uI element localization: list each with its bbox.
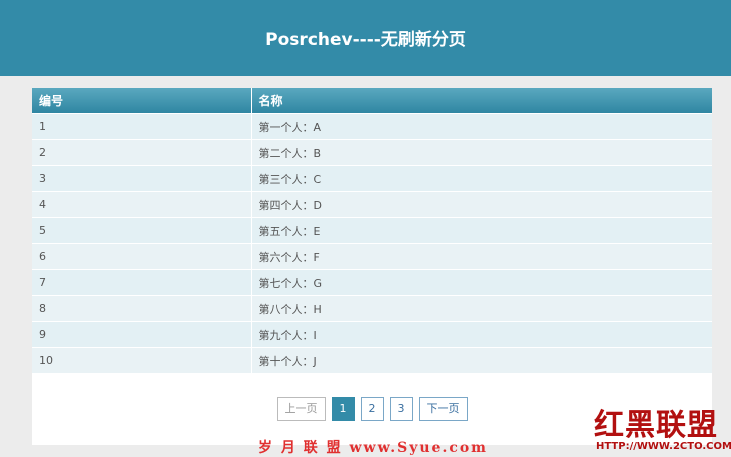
- prev-page-button[interactable]: 上一页: [276, 397, 326, 421]
- cell-name: 第四个人：D: [251, 191, 712, 218]
- cell-id: 1: [32, 113, 252, 140]
- cell-name: 第二个人：B: [251, 139, 712, 166]
- cell-id: 8: [32, 295, 252, 322]
- watermark-syue: 岁 月 联 盟 www.Syue.com: [258, 440, 488, 456]
- table-row: 1 第一个人：A: [32, 113, 712, 140]
- next-page-button[interactable]: 下一页: [418, 397, 468, 421]
- page-header: Posrchev----无刷新分页: [0, 0, 731, 76]
- table-row: 3 第三个人：C: [32, 165, 712, 192]
- watermark-logo: 红黑联盟: [594, 408, 718, 443]
- cell-id: 5: [32, 217, 252, 244]
- table-row: 10 第十个人：J: [32, 347, 712, 373]
- page-button-3[interactable]: 3: [389, 397, 413, 421]
- table-row: 9 第九个人：I: [32, 321, 712, 348]
- cell-id: 9: [32, 321, 252, 348]
- page-button-1[interactable]: 1: [331, 397, 355, 421]
- table-row: 8 第八个人：H: [32, 295, 712, 322]
- column-header-id: 编号: [32, 88, 252, 114]
- table-row: 5 第五个人：E: [32, 217, 712, 244]
- cell-id: 2: [32, 139, 252, 166]
- table-header-row: 编号 名称: [32, 88, 712, 114]
- cell-name: 第八个人：H: [251, 295, 712, 322]
- data-table: 编号 名称 1 第一个人：A 2 第二个人：B 3 第三个人：C 4 第四个人：…: [32, 88, 712, 373]
- cell-id: 6: [32, 243, 252, 270]
- table-row: 2 第二个人：B: [32, 139, 712, 166]
- page-button-2[interactable]: 2: [360, 397, 384, 421]
- column-header-name: 名称: [251, 88, 712, 114]
- content-panel: 编号 名称 1 第一个人：A 2 第二个人：B 3 第三个人：C 4 第四个人：…: [32, 88, 712, 445]
- watermark-url: HTTP://WWW.2CTO.COM: [596, 441, 731, 452]
- cell-name: 第一个人：A: [251, 113, 712, 140]
- cell-id: 4: [32, 191, 252, 218]
- cell-id: 7: [32, 269, 252, 296]
- cell-name: 第五个人：E: [251, 217, 712, 244]
- table-row: 4 第四个人：D: [32, 191, 712, 218]
- cell-name: 第十个人：J: [251, 347, 712, 373]
- page-title: Posrchev----无刷新分页: [265, 30, 466, 50]
- cell-name: 第六个人：F: [251, 243, 712, 270]
- cell-id: 3: [32, 165, 252, 192]
- cell-name: 第三个人：C: [251, 165, 712, 192]
- cell-id: 10: [32, 347, 252, 373]
- cell-name: 第九个人：I: [251, 321, 712, 348]
- table-row: 7 第七个人：G: [32, 269, 712, 296]
- cell-name: 第七个人：G: [251, 269, 712, 296]
- table-row: 6 第六个人：F: [32, 243, 712, 270]
